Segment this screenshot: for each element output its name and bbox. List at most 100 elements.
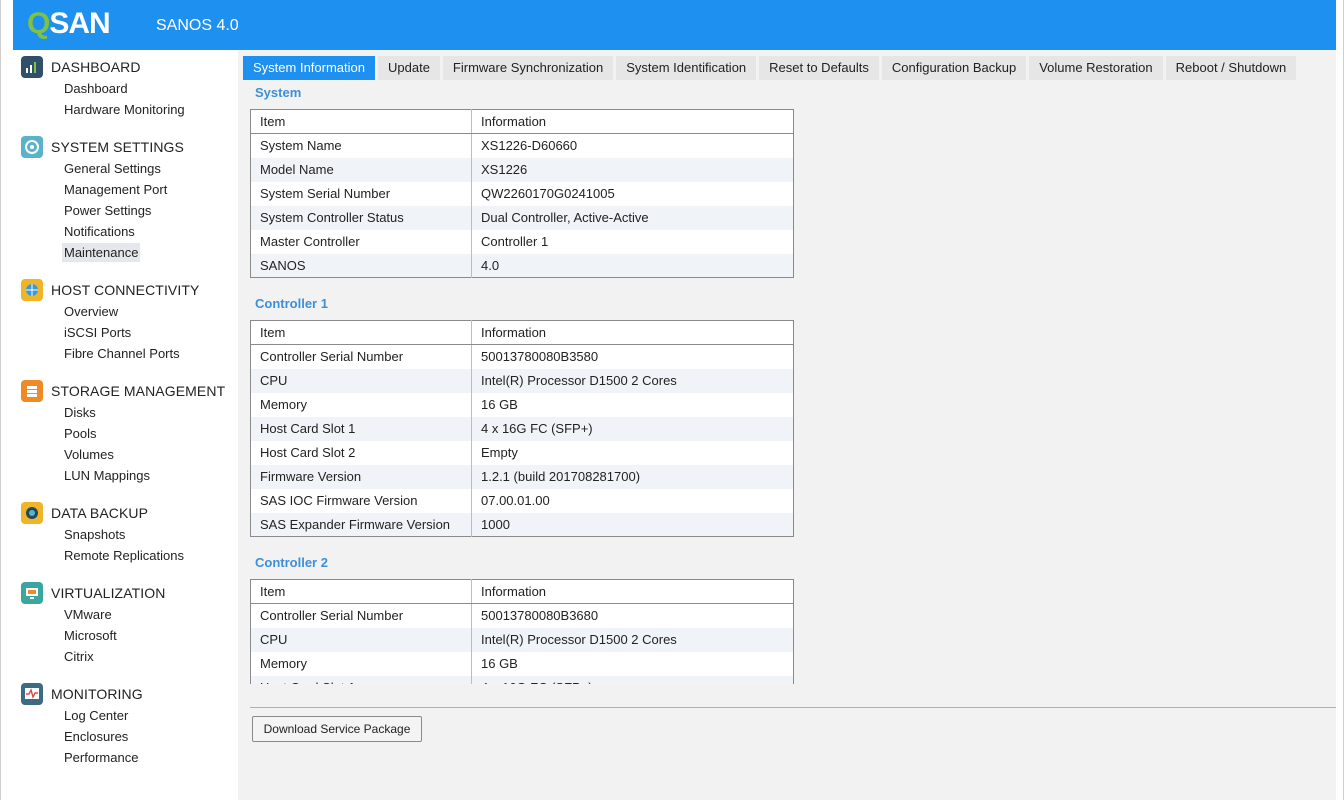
table-row: Firmware Version 1.2.1 (build 20170828170… bbox=[250, 464, 794, 489]
row-value: Intel(R) Processor D1500 2 Cores bbox=[471, 627, 794, 652]
table-row: SAS Expander Firmware Version 1000 bbox=[250, 512, 794, 537]
tab-firmware-synchronization[interactable]: Firmware Synchronization bbox=[442, 56, 614, 80]
logo-wordmark: QSAN bbox=[27, 7, 111, 41]
table-row: SANOS 4.0 bbox=[250, 253, 794, 278]
row-value: Intel(R) Processor D1500 2 Cores bbox=[471, 368, 794, 393]
sidebar-item-citrix[interactable]: Citrix bbox=[62, 647, 96, 666]
table-row: Controller Serial Number 50013780080B3680 bbox=[250, 603, 794, 628]
row-item: Memory bbox=[250, 651, 472, 676]
nav-head-system-settings[interactable]: SYSTEM SETTINGS bbox=[21, 136, 184, 158]
sidebar-item-performance[interactable]: Performance bbox=[62, 748, 140, 767]
sidebar-nav: DASHBOARD Dashboard Hardware Monitoring … bbox=[13, 50, 238, 800]
nav-head-dashboard[interactable]: DASHBOARD bbox=[21, 56, 141, 78]
nav-head-data-backup[interactable]: DATA BACKUP bbox=[21, 502, 148, 524]
row-item: Host Card Slot 1 bbox=[250, 675, 472, 684]
sidebar-item-hardware-monitoring[interactable]: Hardware Monitoring bbox=[62, 100, 187, 119]
sidebar-item-general-settings[interactable]: General Settings bbox=[62, 159, 163, 178]
sidebar-item-volumes[interactable]: Volumes bbox=[62, 445, 116, 464]
controller-2-table: Item Information Controller Serial Numbe… bbox=[250, 579, 794, 684]
table-row: Master Controller Controller 1 bbox=[250, 229, 794, 254]
sidebar-item-disks[interactable]: Disks bbox=[62, 403, 98, 422]
row-item: SAS IOC Firmware Version bbox=[250, 488, 472, 513]
controller-1-table: Item Information Controller Serial Numbe… bbox=[250, 320, 794, 537]
sidebar-item-iscsi-ports[interactable]: iSCSI Ports bbox=[62, 323, 133, 342]
sidebar-item-fibre-channel-ports[interactable]: Fibre Channel Ports bbox=[62, 344, 182, 363]
sidebar-item-log-center[interactable]: Log Center bbox=[62, 706, 130, 725]
info-scroll-area[interactable]: System Item Information System Name XS122… bbox=[238, 80, 1336, 684]
row-value: 50013780080B3680 bbox=[481, 608, 599, 624]
row-value: Empty bbox=[481, 445, 518, 460]
host-connectivity-icon bbox=[21, 279, 43, 301]
row-value: QW2260170G0241005 bbox=[481, 186, 615, 201]
row-item: Firmware Version bbox=[250, 464, 472, 489]
main-content: System Information Update Firmware Synch… bbox=[238, 50, 1336, 800]
row-item: Memory bbox=[250, 392, 472, 417]
sidebar-item-notifications[interactable]: Notifications bbox=[62, 222, 137, 241]
nav-title-host-connectivity: HOST CONNECTIVITY bbox=[51, 282, 200, 298]
row-item: SANOS bbox=[250, 253, 472, 278]
tab-bar: System Information Update Firmware Synch… bbox=[243, 56, 1299, 80]
column-header-item: Item bbox=[250, 579, 472, 604]
row-value: 4 x 16G FC (SFP+) bbox=[471, 675, 794, 684]
section-title-controller-1: Controller 1 bbox=[255, 296, 328, 311]
table-row: CPU Intel(R) Processor D1500 2 Cores bbox=[250, 627, 794, 652]
table-row: Host Card Slot 2 Empty bbox=[250, 440, 794, 465]
nav-title-dashboard: DASHBOARD bbox=[51, 59, 141, 75]
system-table: Item Information System Name XS1226-D6066… bbox=[250, 109, 794, 278]
row-item: Master Controller bbox=[250, 229, 472, 254]
tab-system-identification[interactable]: System Identification bbox=[616, 56, 757, 80]
table-row: SAS IOC Firmware Version 07.00.01.00 bbox=[250, 488, 794, 513]
nav-head-monitoring[interactable]: MONITORING bbox=[21, 683, 143, 705]
table-header-row: Item Information bbox=[250, 579, 794, 604]
row-value: Dual Controller, Active-Active bbox=[471, 205, 794, 230]
download-service-package-button[interactable]: Download Service Package bbox=[252, 716, 422, 742]
tab-update[interactable]: Update bbox=[378, 56, 440, 80]
tab-configuration-backup[interactable]: Configuration Backup bbox=[881, 56, 1027, 80]
sidebar-item-microsoft[interactable]: Microsoft bbox=[62, 626, 119, 645]
nav-title-monitoring: MONITORING bbox=[51, 686, 143, 702]
row-value: Controller 1 bbox=[481, 234, 549, 249]
table-row: System Name XS1226-D60660 bbox=[250, 133, 794, 158]
row-item: CPU bbox=[250, 368, 472, 393]
qsan-logo: QSAN bbox=[27, 4, 111, 44]
sidebar-item-snapshots[interactable]: Snapshots bbox=[62, 525, 127, 544]
table-row: System Controller Status Dual Controller,… bbox=[250, 205, 794, 230]
column-header-information: Information bbox=[471, 109, 794, 134]
sidebar-item-vmware[interactable]: VMware bbox=[62, 605, 114, 624]
sidebar-item-remote-replications[interactable]: Remote Replications bbox=[62, 546, 186, 565]
row-value: 50013780080B3580 bbox=[481, 349, 599, 365]
tab-reset-to-defaults[interactable]: Reset to Defaults bbox=[759, 56, 879, 80]
row-value: 1.2.1 (build 201708281700) bbox=[471, 464, 794, 489]
logo-san: SAN bbox=[49, 7, 110, 40]
sidebar-item-enclosures[interactable]: Enclosures bbox=[62, 727, 130, 746]
row-item: Controller Serial Number bbox=[250, 344, 472, 369]
nav-head-host-connectivity[interactable]: HOST CONNECTIVITY bbox=[21, 279, 199, 301]
table-row: Model Name XS1226 bbox=[250, 157, 794, 182]
nav-title-storage-management: STORAGE MANAGEMENT bbox=[51, 383, 226, 399]
data-backup-icon bbox=[21, 502, 43, 524]
row-item: Host Card Slot 2 bbox=[250, 440, 472, 465]
section-title-controller-2: Controller 2 bbox=[255, 555, 328, 570]
nav-head-virtualization[interactable]: VIRTUALIZATION bbox=[21, 582, 165, 604]
row-item: System Name bbox=[250, 133, 472, 158]
virtualization-icon bbox=[21, 582, 43, 604]
tab-reboot-shutdown[interactable]: Reboot / Shutdown bbox=[1165, 56, 1297, 80]
sidebar-item-maintenance[interactable]: Maintenance bbox=[62, 243, 141, 262]
sidebar-item-lun-mappings[interactable]: LUN Mappings bbox=[62, 466, 152, 485]
tab-system-information[interactable]: System Information bbox=[243, 56, 375, 80]
sidebar-item-management-port[interactable]: Management Port bbox=[62, 180, 169, 199]
sidebar-item-overview[interactable]: Overview bbox=[62, 302, 120, 321]
table-header-row: Item Information bbox=[250, 320, 794, 345]
nav-head-storage-management[interactable]: STORAGE MANAGEMENT bbox=[21, 380, 225, 402]
row-item: Controller Serial Number bbox=[250, 603, 472, 628]
nav-title-data-backup: DATA BACKUP bbox=[51, 505, 149, 521]
sidebar-item-pools[interactable]: Pools bbox=[62, 424, 99, 443]
row-item: Host Card Slot 1 bbox=[250, 416, 472, 441]
row-item: System Serial Number bbox=[250, 181, 472, 206]
top-header: QSAN SANOS 4.0 bbox=[13, 0, 1336, 50]
column-header-item: Item bbox=[250, 320, 472, 345]
sidebar-item-dashboard[interactable]: Dashboard bbox=[62, 79, 130, 98]
sidebar-item-power-settings[interactable]: Power Settings bbox=[62, 201, 153, 220]
tab-volume-restoration[interactable]: Volume Restoration bbox=[1029, 56, 1163, 80]
row-item: SAS Expander Firmware Version bbox=[250, 512, 472, 537]
